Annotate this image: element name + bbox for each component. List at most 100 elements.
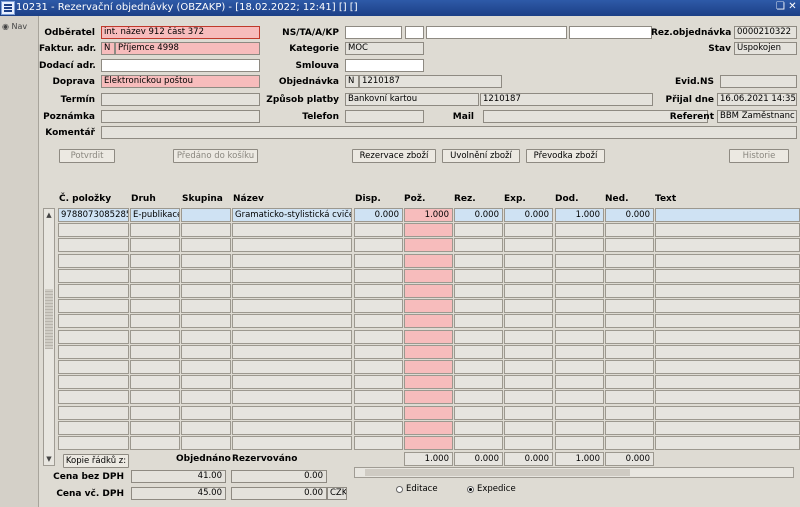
cell-poz[interactable] bbox=[404, 406, 453, 420]
cell-disp[interactable] bbox=[354, 223, 403, 237]
cell-exp[interactable]: 0.000 bbox=[504, 208, 553, 222]
uvolneni-zbozi-button[interactable]: Uvolnění zboží bbox=[442, 149, 520, 163]
cell-cislo-polozky[interactable] bbox=[58, 345, 129, 359]
cell-rez[interactable] bbox=[454, 269, 503, 283]
objednavka-code-field[interactable]: N bbox=[345, 75, 359, 88]
cell-skupina[interactable] bbox=[181, 390, 231, 404]
cell-druh[interactable] bbox=[130, 314, 180, 328]
cell-skupina[interactable] bbox=[181, 406, 231, 420]
cell-poz[interactable] bbox=[404, 421, 453, 435]
cell-druh[interactable] bbox=[130, 390, 180, 404]
cell-nazev[interactable] bbox=[232, 345, 352, 359]
prevodka-zbozi-button[interactable]: Převodka zboží bbox=[526, 149, 605, 163]
historie-button[interactable]: Historie bbox=[729, 149, 789, 163]
telefon-field[interactable] bbox=[345, 110, 424, 123]
cell-rez[interactable] bbox=[454, 345, 503, 359]
cell-cislo-polozky[interactable] bbox=[58, 314, 129, 328]
cell-druh[interactable] bbox=[130, 223, 180, 237]
cell-exp[interactable] bbox=[504, 345, 553, 359]
table-vertical-scrollbar[interactable]: ▲ ▼ bbox=[43, 208, 55, 466]
cell-exp[interactable] bbox=[504, 299, 553, 313]
kategorie-field[interactable]: MOC bbox=[345, 42, 424, 55]
cell-text[interactable] bbox=[655, 421, 800, 435]
doprava-field[interactable]: Elektronickou poštou bbox=[101, 75, 260, 88]
cell-disp[interactable] bbox=[354, 436, 403, 450]
cell-disp[interactable] bbox=[354, 421, 403, 435]
cell-skupina[interactable] bbox=[181, 284, 231, 298]
close-icon[interactable]: ✕ bbox=[787, 1, 798, 13]
cell-nazev[interactable] bbox=[232, 375, 352, 389]
cell-druh[interactable] bbox=[130, 406, 180, 420]
cell-dod[interactable] bbox=[555, 269, 604, 283]
cell-disp[interactable] bbox=[354, 375, 403, 389]
cell-ned[interactable] bbox=[605, 421, 654, 435]
cell-skupina[interactable] bbox=[181, 208, 231, 222]
cell-cislo-polozky[interactable] bbox=[58, 254, 129, 268]
cell-skupina[interactable] bbox=[181, 345, 231, 359]
cell-rez[interactable] bbox=[454, 360, 503, 374]
cell-dod[interactable] bbox=[555, 345, 604, 359]
predano-do-kosiku-button[interactable]: Předáno do košíku bbox=[173, 149, 258, 163]
cell-exp[interactable] bbox=[504, 269, 553, 283]
cell-disp[interactable] bbox=[354, 238, 403, 252]
cell-cislo-polozky[interactable] bbox=[58, 223, 129, 237]
komentar-field[interactable] bbox=[101, 126, 797, 139]
cell-poz[interactable] bbox=[404, 314, 453, 328]
cell-rez[interactable] bbox=[454, 254, 503, 268]
cell-cislo-polozky[interactable] bbox=[58, 360, 129, 374]
cell-exp[interactable] bbox=[504, 238, 553, 252]
cell-text[interactable] bbox=[655, 299, 800, 313]
a-field[interactable] bbox=[426, 26, 567, 39]
cell-nazev[interactable] bbox=[232, 254, 352, 268]
cell-dod[interactable] bbox=[555, 375, 604, 389]
cell-exp[interactable] bbox=[504, 314, 553, 328]
cell-dod[interactable] bbox=[555, 406, 604, 420]
referent-field[interactable]: BBM Zaměstnanc bbox=[717, 110, 797, 123]
cell-text[interactable] bbox=[655, 345, 800, 359]
cell-rez[interactable] bbox=[454, 421, 503, 435]
cell-ned[interactable]: 0.000 bbox=[605, 208, 654, 222]
cell-nazev[interactable] bbox=[232, 390, 352, 404]
cell-exp[interactable] bbox=[504, 406, 553, 420]
zpusob-platby-field[interactable]: Bankovní kartou bbox=[345, 93, 479, 106]
faktur-adr-code-field[interactable]: N bbox=[101, 42, 115, 55]
ta-field[interactable] bbox=[405, 26, 424, 39]
cell-rez[interactable] bbox=[454, 223, 503, 237]
cell-dod[interactable] bbox=[555, 360, 604, 374]
editace-label[interactable]: Editace bbox=[406, 482, 438, 496]
cell-disp[interactable] bbox=[354, 330, 403, 344]
cell-ned[interactable] bbox=[605, 223, 654, 237]
cell-cislo-polozky[interactable] bbox=[58, 421, 129, 435]
cell-dod[interactable] bbox=[555, 223, 604, 237]
cell-druh[interactable] bbox=[130, 299, 180, 313]
cell-skupina[interactable] bbox=[181, 360, 231, 374]
expedice-radio[interactable] bbox=[467, 486, 474, 493]
cell-exp[interactable] bbox=[504, 421, 553, 435]
cell-rez[interactable] bbox=[454, 436, 503, 450]
kp-field[interactable] bbox=[569, 26, 652, 39]
cell-druh[interactable] bbox=[130, 254, 180, 268]
cell-dod[interactable] bbox=[555, 254, 604, 268]
cell-druh[interactable] bbox=[130, 360, 180, 374]
cell-rez[interactable] bbox=[454, 375, 503, 389]
termin-field[interactable] bbox=[101, 93, 260, 106]
cell-exp[interactable] bbox=[504, 330, 553, 344]
cell-cislo-polozky[interactable] bbox=[58, 406, 129, 420]
cell-disp[interactable] bbox=[354, 254, 403, 268]
cell-druh[interactable] bbox=[130, 284, 180, 298]
cell-nazev[interactable] bbox=[232, 269, 352, 283]
cell-poz[interactable]: 1.000 bbox=[404, 208, 453, 222]
cell-disp[interactable] bbox=[354, 299, 403, 313]
smlouva-field[interactable] bbox=[345, 59, 424, 72]
cell-ned[interactable] bbox=[605, 390, 654, 404]
cell-cislo-polozky[interactable] bbox=[58, 238, 129, 252]
cell-skupina[interactable] bbox=[181, 314, 231, 328]
table-horizontal-scrollbar[interactable] bbox=[354, 467, 794, 478]
cell-poz[interactable] bbox=[404, 436, 453, 450]
cell-poz[interactable] bbox=[404, 345, 453, 359]
cell-dod[interactable] bbox=[555, 436, 604, 450]
cell-cislo-polozky[interactable] bbox=[58, 299, 129, 313]
cell-skupina[interactable] bbox=[181, 375, 231, 389]
editace-radio[interactable] bbox=[396, 486, 403, 493]
cell-dod[interactable] bbox=[555, 299, 604, 313]
